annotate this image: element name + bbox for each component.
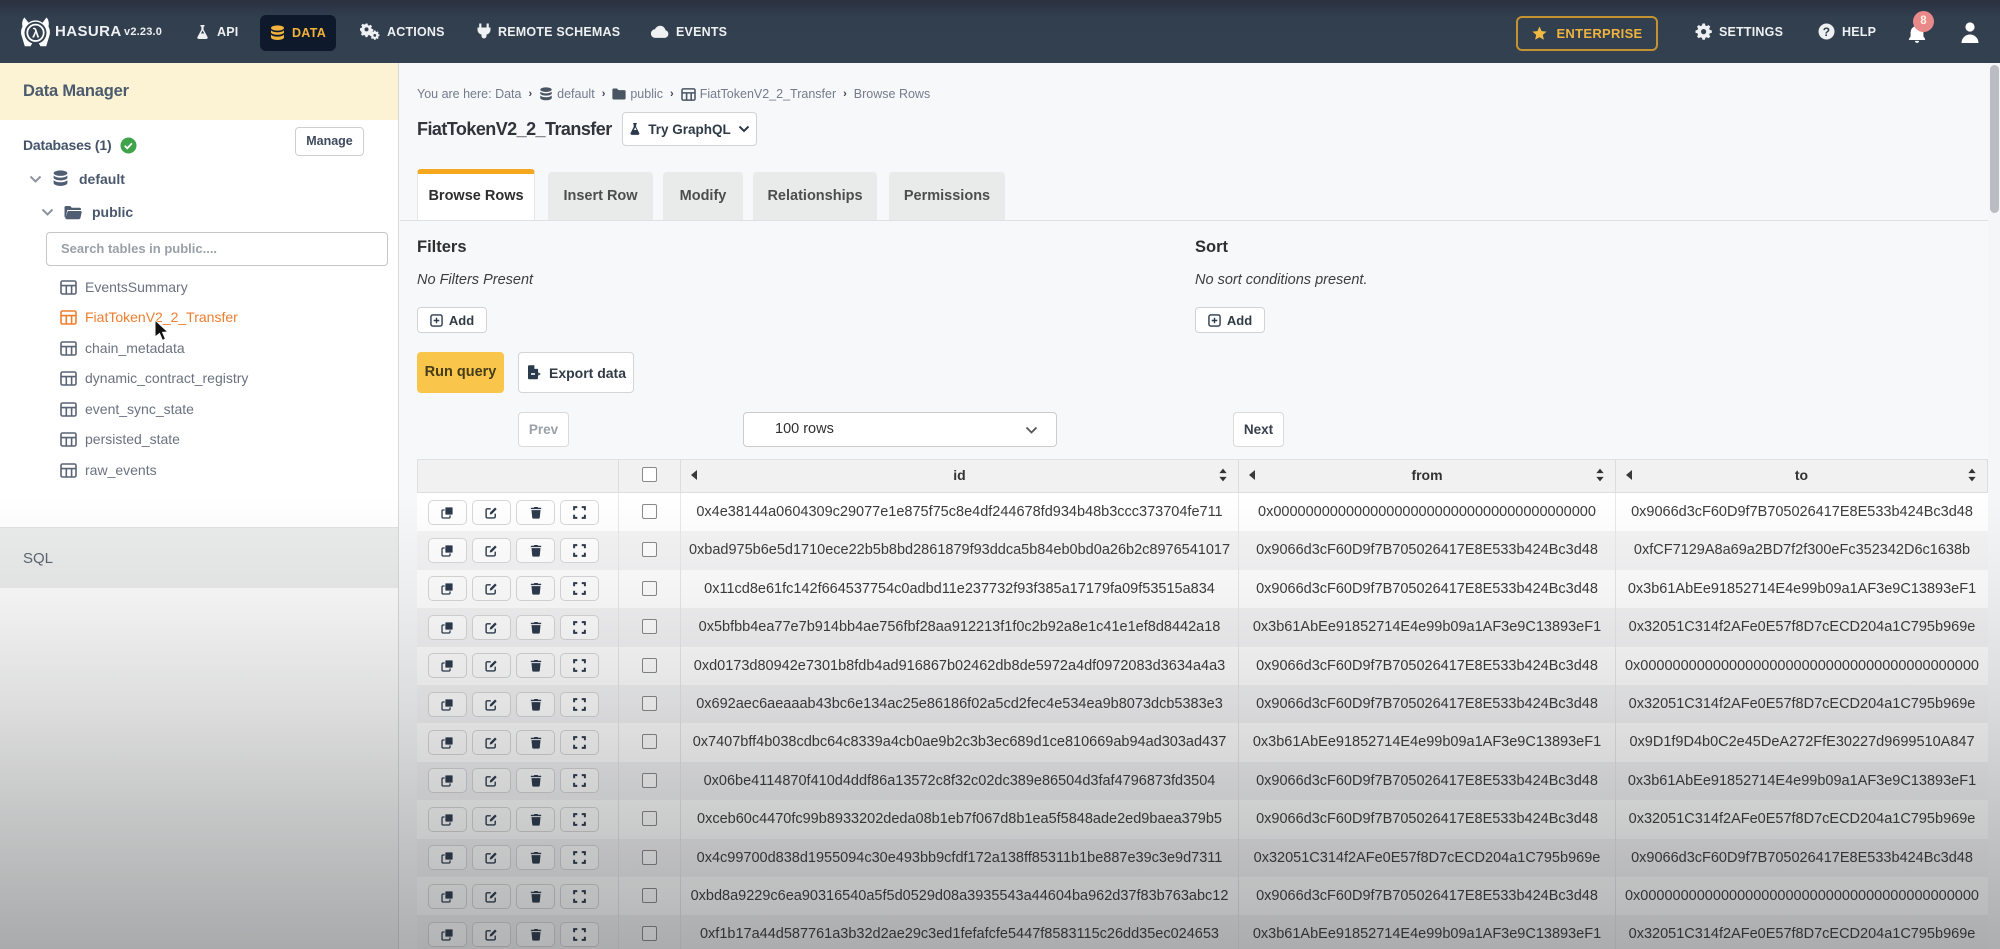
svg-text:?: ? bbox=[1823, 25, 1831, 39]
svg-text:λ: λ bbox=[32, 26, 40, 41]
